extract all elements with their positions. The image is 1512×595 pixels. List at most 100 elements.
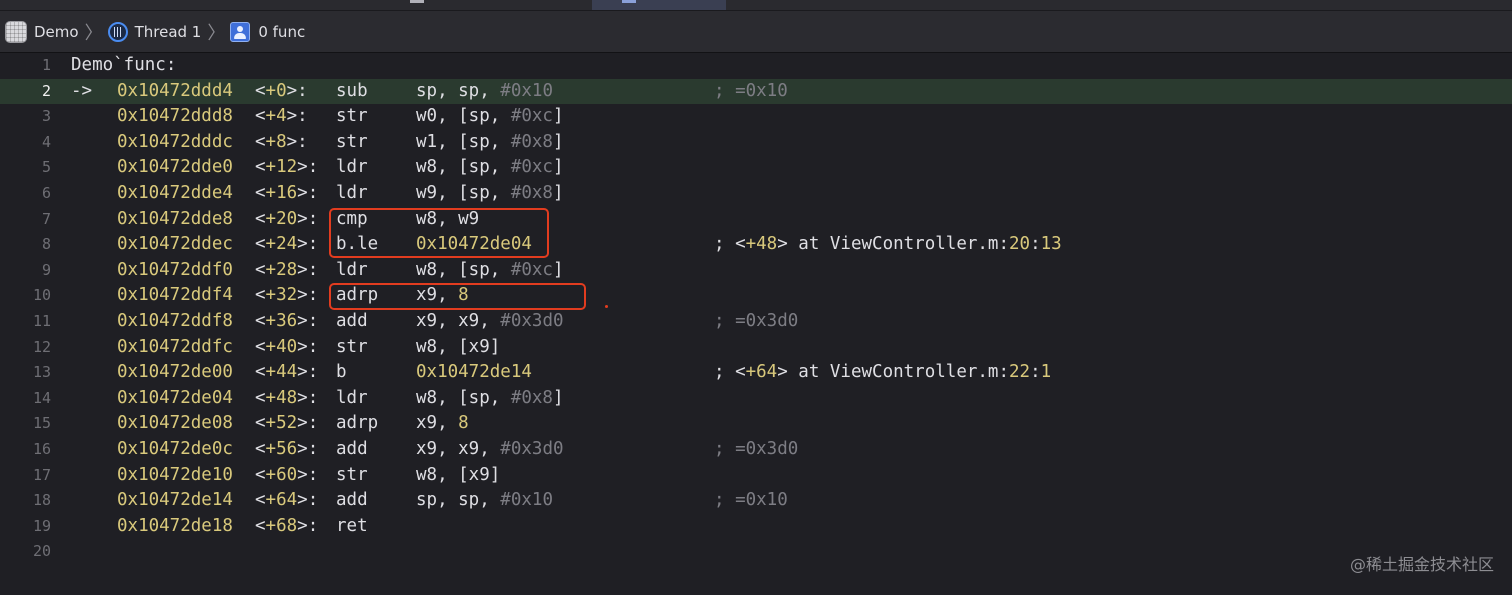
instruction-offset: <+4>:	[255, 106, 308, 127]
instruction-operands: 0x10472de04	[416, 232, 532, 258]
line-number[interactable]: 11	[0, 309, 51, 335]
instruction-offset: <+0>:	[255, 80, 308, 101]
instruction-operands: w8, w9	[416, 207, 479, 233]
line-number[interactable]: 13	[0, 360, 51, 386]
code-line[interactable]: 17 0x10472de10 <+60>: str w8, [x9]	[0, 463, 1512, 489]
line-number[interactable]: 16	[0, 437, 51, 463]
line-number[interactable]: 20	[0, 539, 51, 565]
tab-marker[interactable]	[410, 0, 424, 3]
line-number[interactable]: 9	[0, 258, 51, 284]
line-number[interactable]: 15	[0, 411, 51, 437]
immediate-value: #0x8	[510, 182, 553, 203]
offset-value: +44	[265, 362, 298, 383]
line-number[interactable]: 4	[0, 130, 51, 156]
instruction-offset: <+28>:	[255, 259, 319, 280]
numeric-value: 0x10472de04	[416, 234, 532, 255]
line-number[interactable]: 18	[0, 488, 51, 514]
code-line[interactable]: 7 0x10472dde8 <+20>: cmp w8, w9	[0, 207, 1512, 233]
code-line[interactable]: 3 0x10472ddd8 <+4>: str w0, [sp, #0xc]	[0, 104, 1512, 130]
line-number[interactable]: 6	[0, 181, 51, 207]
line-number[interactable]: 19	[0, 514, 51, 540]
line-number[interactable]: 5	[0, 155, 51, 181]
immediate-value: #0x8	[510, 131, 553, 152]
offset-value: +52	[265, 413, 298, 434]
instruction-offset: <+20>:	[255, 208, 319, 229]
line-number[interactable]: 8	[0, 232, 51, 258]
offset-value: +24	[265, 234, 298, 255]
code-line[interactable]: 6 0x10472dde4 <+16>: ldr w9, [sp, #0x8]	[0, 181, 1512, 207]
code-line[interactable]: 20	[0, 539, 1512, 565]
disassembly-view[interactable]: 1 Demo`func: 2 -> 0x10472ddd4 <+0>: sub sp, sp,…	[0, 53, 1512, 595]
line-number[interactable]: 3	[0, 104, 51, 130]
instruction-address: 0x10472ddf0	[117, 259, 233, 280]
code-line[interactable]: 2 -> 0x10472ddd4 <+0>: sub sp, sp, #0x10 ; =0x…	[0, 78, 1512, 105]
instruction-address: 0x10472de0c	[117, 438, 233, 459]
active-tab[interactable]	[592, 0, 726, 10]
instruction-comment: ; <+48> at ViewController.m:20:13	[714, 232, 1062, 258]
operand-text: w8, w9	[416, 208, 480, 229]
operand-text: x9,	[416, 413, 459, 434]
instruction-address: 0x10472de18	[117, 515, 233, 536]
instruction-offset: <+16>:	[255, 182, 319, 203]
code-line[interactable]: 9 0x10472ddf0 <+28>: ldr w8, [sp, #0xc]	[0, 258, 1512, 284]
instruction-address: 0x10472de04	[117, 387, 233, 408]
instruction-offset: <+44>:	[255, 362, 319, 383]
code-line[interactable]: 12 0x10472ddfc <+40>: str w8, [x9]	[0, 335, 1512, 361]
offset-value: +8	[265, 131, 287, 152]
line-number[interactable]: 17	[0, 463, 51, 489]
instruction-address: 0x10472de10	[117, 464, 233, 485]
breadcrumb-label: Thread 1	[134, 22, 202, 41]
line-number[interactable]: 14	[0, 386, 51, 412]
instruction-address: 0x10472de00	[117, 362, 233, 383]
breadcrumb-frame[interactable]: 0 func	[230, 11, 305, 52]
code-line[interactable]: 1 Demo`func:	[0, 53, 1512, 79]
code-line[interactable]: 16 0x10472de0c <+56>: add x9, x9, #0x3d0 ; =0…	[0, 437, 1512, 463]
offset-value: +40	[265, 336, 298, 357]
instruction-offset: <+8>:	[255, 131, 308, 152]
code-line[interactable]: 11 0x10472ddf8 <+36>: add x9, x9, #0x3d0 ; =0…	[0, 309, 1512, 335]
numeric-value: 20	[1009, 234, 1031, 255]
instruction-mnemonic: ret	[336, 515, 368, 536]
instruction-operands: w0, [sp, #0xc]	[416, 104, 564, 130]
operand-text: w8, [sp,	[416, 387, 511, 408]
instruction-comment: ; =0x3d0	[714, 438, 799, 459]
code-line[interactable]: 14 0x10472de04 <+48>: ldr w8, [sp, #0x8]	[0, 386, 1512, 412]
offset-value: +32	[265, 285, 298, 306]
code-line[interactable]: 15 0x10472de08 <+52>: adrp x9, 8	[0, 411, 1512, 437]
offset-value: +0	[265, 80, 287, 101]
breadcrumb-demo[interactable]: Demo	[0, 11, 79, 52]
line-number[interactable]: 10	[0, 283, 51, 309]
operand-text: ]	[552, 387, 564, 408]
offset-value: +64	[265, 490, 298, 511]
chevron-right-icon: 〉	[84, 22, 103, 44]
instruction-offset: <+12>:	[255, 157, 319, 178]
code-line[interactable]: 8 0x10472ddec <+24>: b.le 0x10472de04 ; <+48>…	[0, 232, 1512, 258]
code-line[interactable]: 10 0x10472ddf4 <+32>: adrp x9, 8	[0, 283, 1512, 309]
thread-icon	[107, 21, 128, 42]
instruction-address: 0x10472ddd8	[117, 106, 233, 127]
instruction-mnemonic: str	[336, 131, 368, 152]
code-line[interactable]: 5 0x10472dde0 <+12>: ldr w8, [sp, #0xc]	[0, 155, 1512, 181]
code-line[interactable]: 13 0x10472de00 <+44>: b 0x10472de14 ; <+64> a…	[0, 360, 1512, 386]
operand-text: :	[1030, 362, 1041, 383]
line-number[interactable]: 12	[0, 335, 51, 361]
immediate-value: #0xc	[510, 157, 553, 178]
instruction-mnemonic: str	[336, 106, 368, 127]
line-number[interactable]: 7	[0, 207, 51, 233]
operand-text: w8, [x9]	[416, 464, 501, 485]
line-number[interactable]: 1	[0, 53, 51, 79]
code-line[interactable]: 4 0x10472dddc <+8>: str w1, [sp, #0x8]	[0, 130, 1512, 156]
instruction-mnemonic: str	[336, 336, 368, 357]
operand-text: w9, [sp,	[416, 182, 511, 203]
breadcrumb-thread[interactable]: Thread 1	[107, 11, 202, 52]
instruction-operands: sp, sp, #0x10	[416, 79, 553, 105]
instruction-operands: w9, [sp, #0x8]	[416, 181, 564, 207]
instruction-operands: sp, sp, #0x10	[416, 488, 553, 514]
code-line[interactable]: 19 0x10472de18 <+68>: ret	[0, 514, 1512, 540]
instruction-mnemonic: ldr	[336, 157, 368, 178]
line-number[interactable]: 2	[0, 79, 51, 105]
instruction-mnemonic: ldr	[336, 259, 368, 280]
code-line[interactable]: 18 0x10472de14 <+64>: add sp, sp, #0x10 ; =0x…	[0, 488, 1512, 514]
immediate-value: #0x3d0	[500, 438, 564, 459]
instruction-address: 0x10472dde8	[117, 208, 233, 229]
